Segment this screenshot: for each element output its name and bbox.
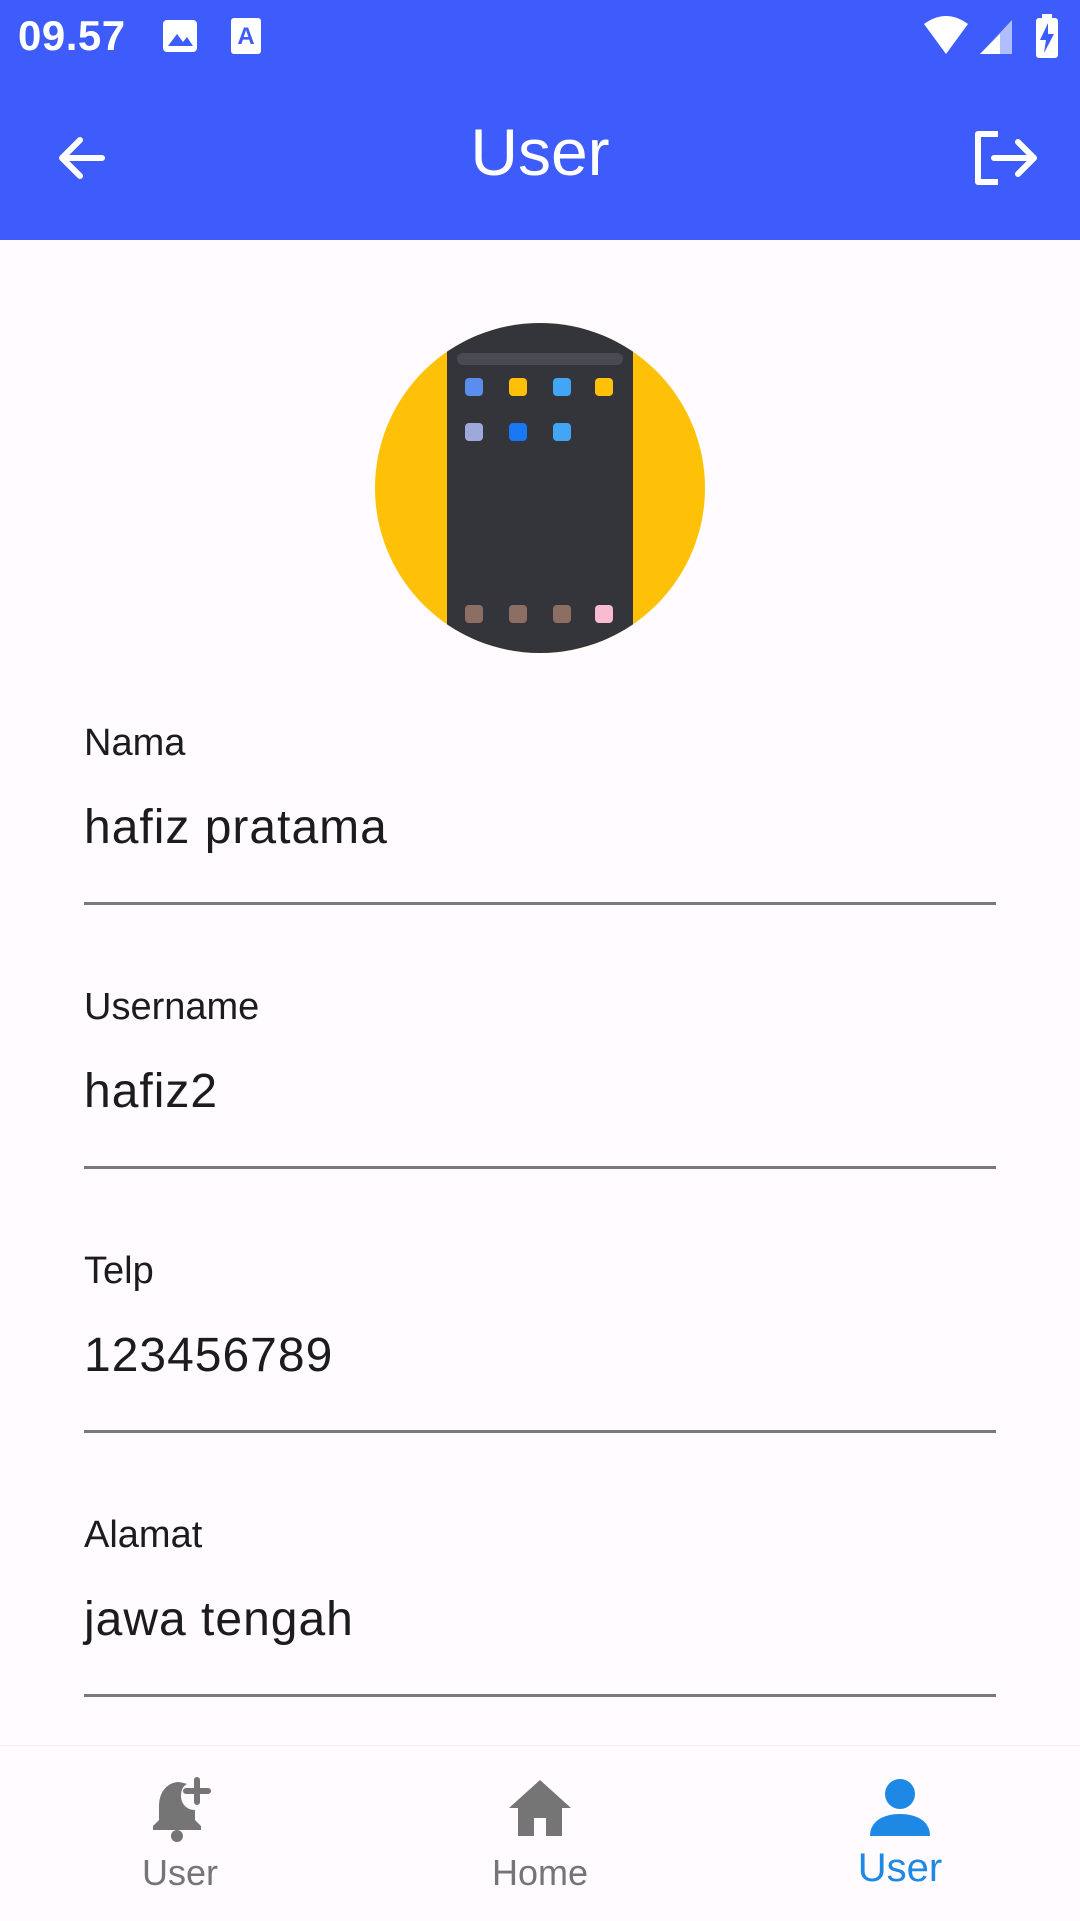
person-icon: [870, 1779, 930, 1836]
nav-label: User: [141, 1852, 218, 1893]
svg-text:A: A: [237, 23, 254, 50]
wifi-icon: [922, 14, 970, 63]
username-label: Username: [84, 986, 260, 1028]
notification-add-icon: [153, 1777, 211, 1842]
field-underline: [84, 1694, 996, 1697]
telp-field[interactable]: Telp 123456789: [84, 1250, 996, 1450]
nama-value[interactable]: hafiz pratama: [84, 800, 388, 855]
alamat-label: Alamat: [84, 1514, 203, 1556]
app-bar: User: [0, 76, 1080, 240]
logout-icon: [975, 131, 1037, 185]
username-field[interactable]: Username hafiz2: [84, 986, 996, 1186]
alamat-value[interactable]: jawa tengah: [84, 1592, 354, 1647]
telp-label: Telp: [84, 1250, 154, 1292]
avatar[interactable]: [375, 323, 705, 653]
field-underline: [84, 902, 996, 905]
alamat-field[interactable]: Alamat jawa tengah: [84, 1514, 996, 1714]
telp-value[interactable]: 123456789: [84, 1328, 333, 1383]
status-time: 09.57: [18, 12, 126, 59]
battery-charging-icon: [1034, 14, 1060, 65]
nama-label: Nama: [84, 722, 186, 764]
username-value[interactable]: hafiz2: [84, 1064, 218, 1119]
nav-label: Home: [491, 1852, 589, 1893]
nav-item-user[interactable]: User: [720, 1746, 1080, 1921]
nav-label: User: [857, 1846, 943, 1890]
image-icon: [160, 14, 200, 63]
signal-icon: [978, 14, 1014, 63]
field-underline: [84, 1430, 996, 1433]
page-title: User: [470, 115, 610, 189]
home-icon: [509, 1780, 571, 1836]
logout-button[interactable]: [972, 128, 1042, 188]
bottom-navigation: User Home User: [0, 1745, 1080, 1921]
field-underline: [84, 1166, 996, 1169]
nav-item-user-notify[interactable]: User: [0, 1746, 360, 1921]
nama-field[interactable]: Nama hafiz pratama: [84, 722, 996, 922]
text-a-icon: A: [228, 14, 264, 63]
status-bar: 09.57 A: [0, 0, 1080, 76]
nav-item-home[interactable]: Home: [360, 1746, 720, 1921]
avatar-photo: [447, 323, 633, 653]
